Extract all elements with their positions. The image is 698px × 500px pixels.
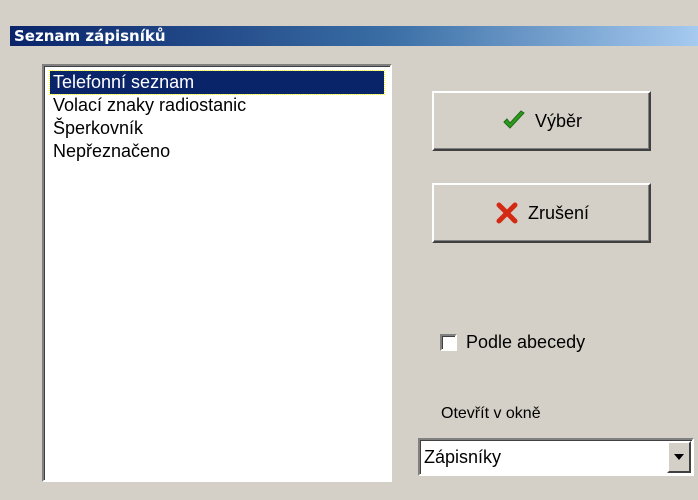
dropdown-button[interactable] <box>667 441 691 473</box>
list-item[interactable]: Telefonní seznam <box>49 70 385 95</box>
alphabetical-option[interactable]: Podle abecedy <box>440 332 585 353</box>
open-in-window-value: Zápisníky <box>424 447 502 467</box>
open-in-window-select[interactable]: Zápisníky <box>418 438 694 476</box>
checkmark-icon <box>501 108 527 134</box>
open-in-window-label: Otevřít v okně <box>441 405 541 422</box>
notebook-listbox[interactable]: Telefonní seznam Volací znaky radiostani… <box>42 64 392 482</box>
cancel-button-label: Zrušení <box>527 202 590 223</box>
cross-icon <box>494 200 520 226</box>
notebook-list-window: Seznam zápisníků Telefonní seznam Volací… <box>0 0 698 500</box>
alphabetical-label: Podle abecedy <box>466 332 586 352</box>
chevron-down-icon <box>674 454 684 460</box>
cancel-button[interactable]: Zrušení <box>432 183 651 243</box>
select-button[interactable]: Výběr <box>432 91 651 151</box>
alphabetical-checkbox[interactable] <box>440 334 457 351</box>
select-button-label: Výběr <box>534 110 583 131</box>
list-item[interactable]: Nepřeznačeno <box>50 140 384 163</box>
window-title: Seznam zápisníků <box>10 26 698 46</box>
list-item[interactable]: Volací znaky radiostanic <box>50 94 384 117</box>
list-item[interactable]: Šperkovník <box>50 117 384 140</box>
